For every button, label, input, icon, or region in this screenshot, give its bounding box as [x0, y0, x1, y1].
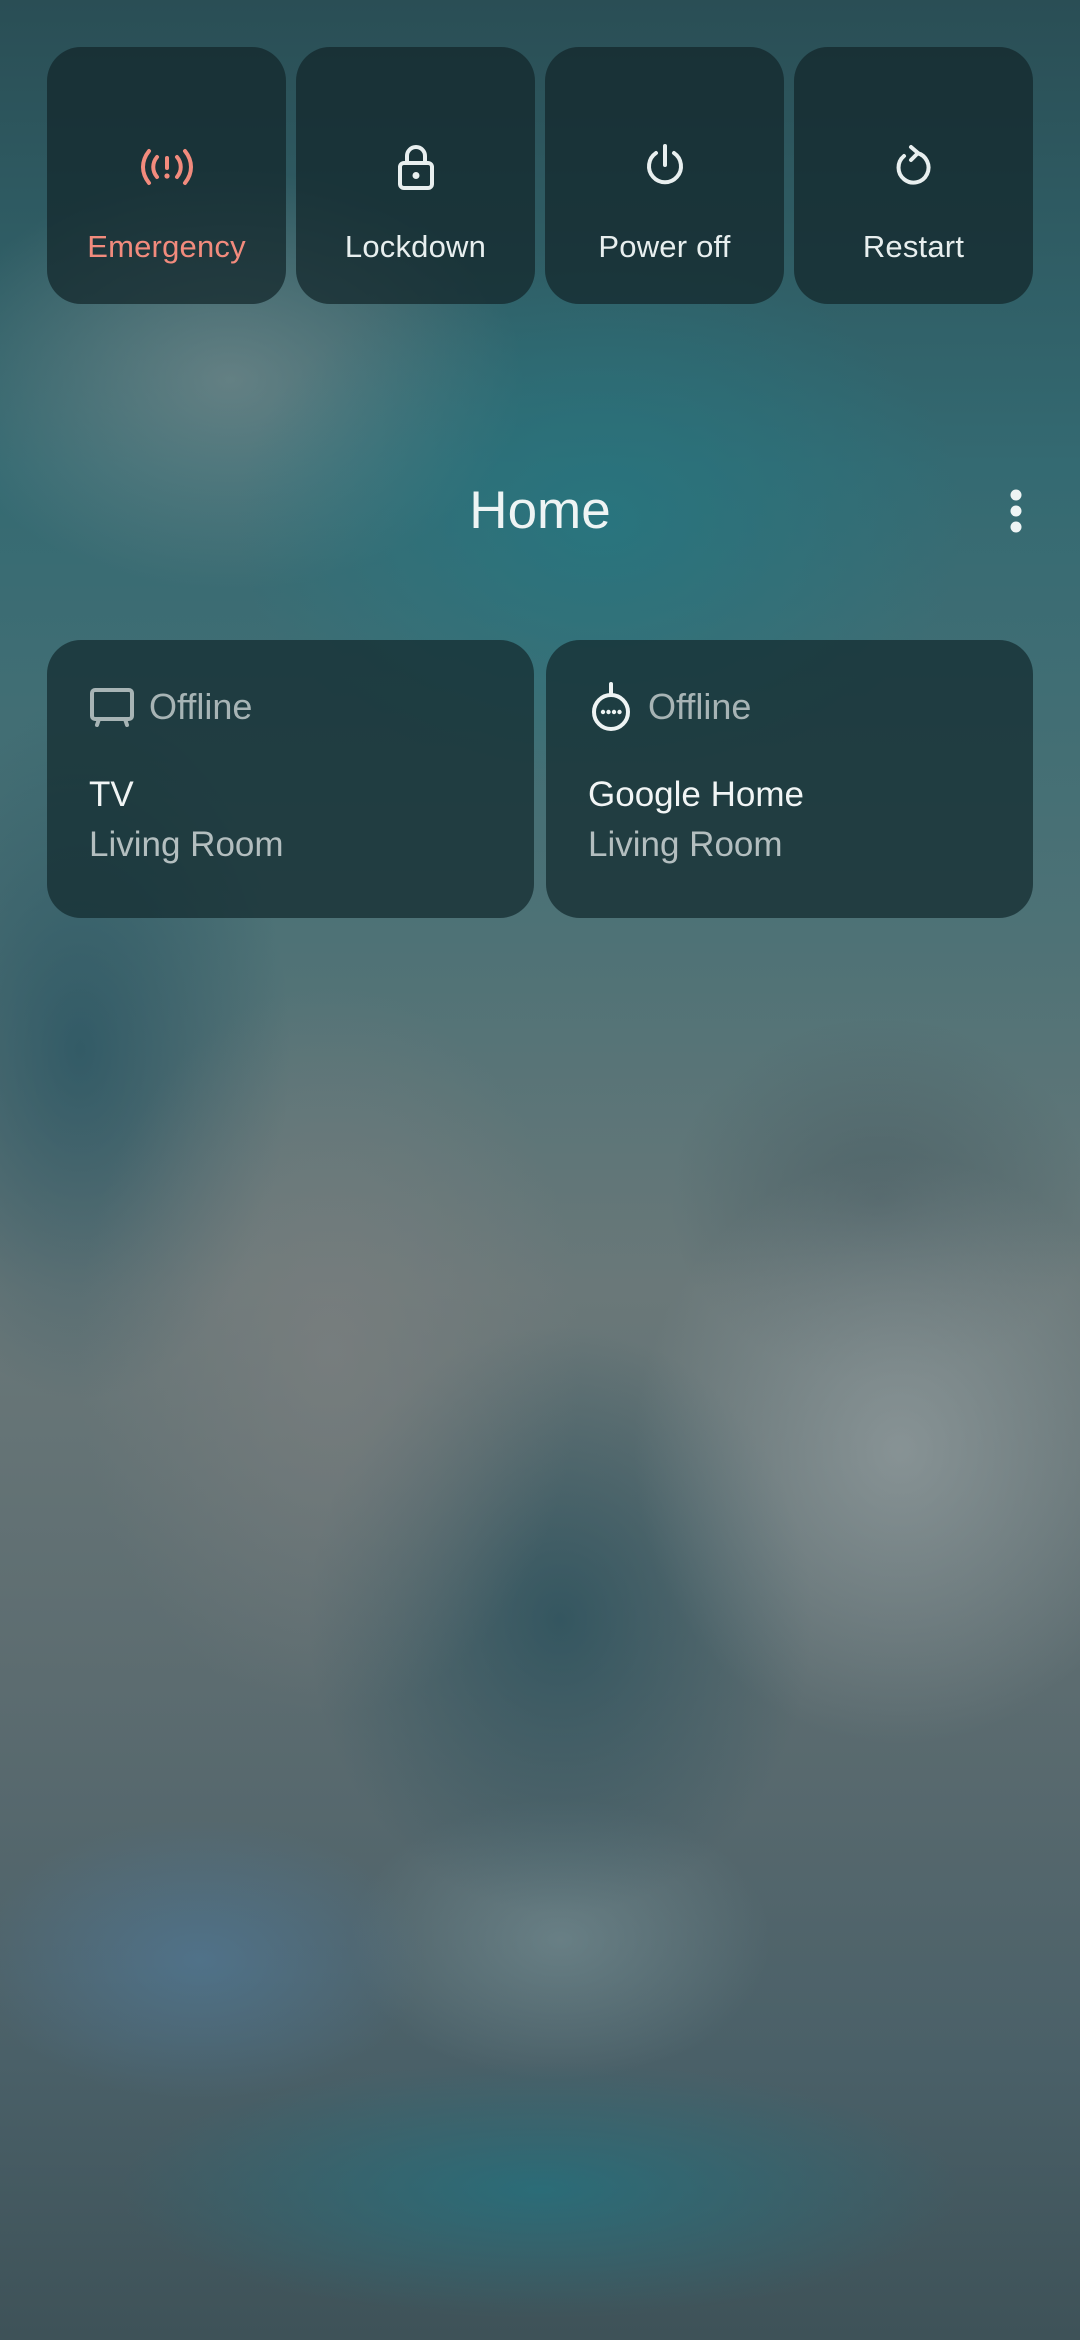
emergency-label: Emergency [87, 229, 246, 264]
smart-speaker-icon [588, 682, 634, 731]
restart-icon [886, 139, 942, 195]
device-controls: Offline TV Living Room Offline Google Ho… [47, 640, 1033, 918]
lock-icon [388, 139, 444, 195]
device-tile-google-home[interactable]: Offline Google Home Living Room [546, 640, 1033, 918]
emergency-button[interactable]: Emergency [47, 47, 286, 304]
device-status: Offline [648, 686, 752, 727]
lockdown-label: Lockdown [344, 229, 487, 264]
lockdown-button[interactable]: Lockdown [296, 47, 535, 304]
emergency-broadcast-icon [139, 139, 195, 195]
device-status: Offline [149, 686, 253, 727]
device-name: TV [89, 775, 134, 814]
power-icon [637, 139, 693, 195]
structure-title: Home [469, 481, 611, 540]
more-options-button[interactable] [996, 488, 1036, 538]
more-vert-icon [1009, 489, 1023, 538]
power-menu: Emergency Lockdown Power off Restart [47, 47, 1033, 304]
power-off-label: Power off [598, 229, 731, 264]
device-status-line: Offline [89, 684, 252, 730]
device-status-line: Offline [588, 682, 752, 731]
restart-label: Restart [862, 229, 965, 264]
device-room: Living Room [588, 825, 783, 864]
device-tile-tv[interactable]: Offline TV Living Room [47, 640, 534, 918]
device-room: Living Room [89, 825, 284, 864]
power-off-button[interactable]: Power off [545, 47, 784, 304]
blurred-wallpaper [0, 0, 1080, 2340]
restart-button[interactable]: Restart [794, 47, 1033, 304]
tv-icon [89, 684, 135, 730]
device-name: Google Home [588, 775, 804, 814]
